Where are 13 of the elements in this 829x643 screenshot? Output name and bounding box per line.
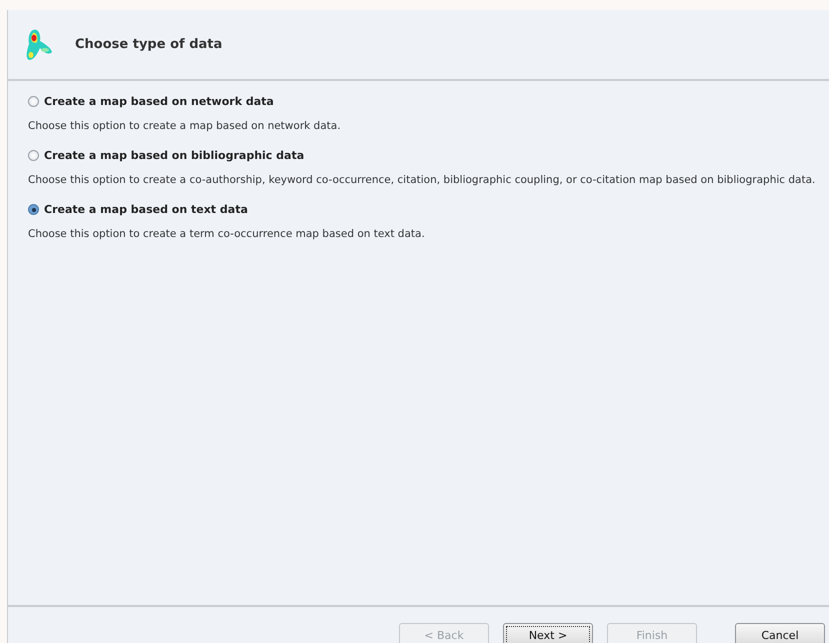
option-label[interactable]: Create a map based on bibliographic data [44, 149, 304, 162]
radio-button[interactable] [28, 204, 39, 215]
radio-button[interactable] [28, 96, 39, 107]
radio-button[interactable] [28, 150, 39, 161]
page-title: Choose type of data [75, 37, 222, 52]
option-description: Choose this option to create a term co-occurrence map based on text data. [28, 227, 426, 242]
wizard-button[interactable]: Next > [503, 623, 593, 643]
option-description: Choose this option to create a map based on network data. [28, 119, 342, 134]
wizard-button[interactable]: Cancel [735, 623, 825, 643]
option-label[interactable]: Create a map based on text data [44, 203, 248, 216]
option-description: Choose this option to create a co-authorship, keyword co-occurrence, citation, bibliographic coupling, or co-citation map based on bibliographic data. [28, 173, 816, 188]
heatmap-logo-icon [25, 28, 55, 62]
option-label[interactable]: Create a map based on network data [44, 95, 274, 108]
